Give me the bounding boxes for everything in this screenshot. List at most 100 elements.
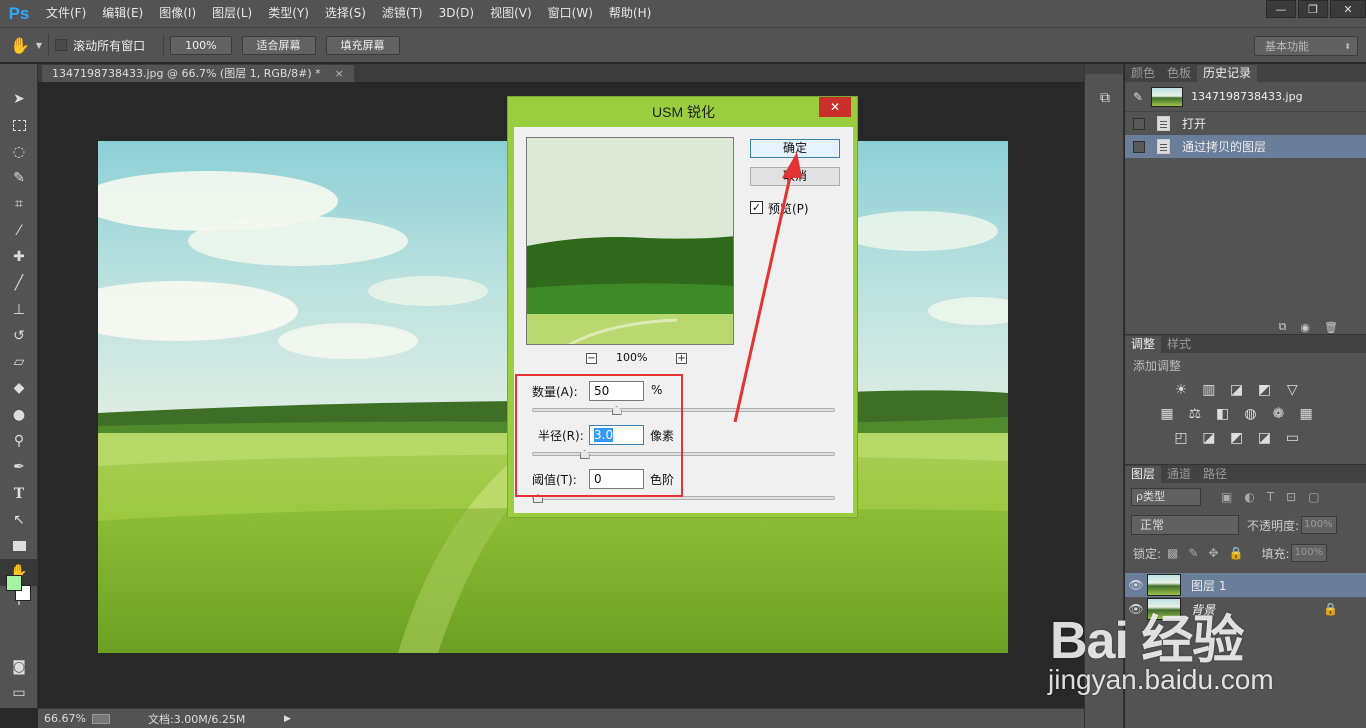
color-balance-icon[interactable]: ⚖	[1187, 406, 1203, 422]
preview-checkbox[interactable]: ✓	[750, 201, 763, 214]
brightness-icon[interactable]: ☀	[1173, 382, 1189, 398]
vibrance-icon[interactable]: ▽	[1284, 382, 1300, 398]
paint-bucket-tool-icon[interactable]: ◆	[0, 375, 38, 401]
dodge-tool-icon[interactable]: ⚲	[0, 428, 38, 454]
blend-mode-select[interactable]: 正常	[1131, 515, 1239, 535]
photo-filter-icon[interactable]: ◍	[1242, 406, 1258, 422]
layer-filter-select[interactable]: ρ类型	[1131, 488, 1201, 506]
tab-color[interactable]: 颜色	[1125, 65, 1161, 82]
tab-paths[interactable]: 路径	[1197, 466, 1233, 483]
scroll-all-windows-checkbox[interactable]	[55, 39, 68, 51]
quick-mask-icon[interactable]: ◙	[0, 654, 38, 680]
history-item-checkbox[interactable]	[1133, 140, 1145, 153]
close-tab-icon[interactable]: ×	[335, 65, 344, 82]
curves-icon[interactable]: ◪	[1229, 382, 1245, 398]
document-tab-strip: 1347198738433.jpg @ 66.7% (图层 1, RGB/8#)…	[38, 64, 1084, 82]
status-menu-arrow-icon[interactable]: ▶	[284, 714, 291, 724]
quick-select-tool-icon[interactable]: ✎	[0, 165, 38, 191]
move-tool-icon[interactable]: ➤	[0, 86, 38, 112]
path-select-tool-icon[interactable]: ↖	[0, 507, 38, 533]
menu-image[interactable]: 图像(I)	[151, 0, 204, 27]
zoom-in-button[interactable]: +	[676, 353, 687, 364]
clone-stamp-tool-icon[interactable]: ⊥	[0, 296, 38, 322]
workspace-select[interactable]: 基本功能 ⬍	[1254, 36, 1358, 56]
menu-layer[interactable]: 图层(L)	[204, 0, 260, 27]
tab-channels[interactable]: 通道	[1161, 466, 1197, 483]
invert-icon[interactable]: ◰	[1173, 430, 1189, 446]
color-swatch-area	[0, 612, 37, 654]
hand-tool-icon[interactable]: ✋	[10, 36, 30, 55]
menu-window[interactable]: 窗口(W)	[540, 0, 601, 27]
history-panel-icon[interactable]: ⧉	[1085, 84, 1125, 112]
threshold-icon[interactable]: ◩	[1229, 430, 1245, 446]
black-white-icon[interactable]: ◧	[1215, 406, 1231, 422]
tab-swatches[interactable]: 色板	[1161, 65, 1197, 82]
tab-styles[interactable]: 样式	[1161, 336, 1197, 353]
eye-icon[interactable]: 👁	[1125, 578, 1147, 592]
channel-mixer-icon[interactable]: ❁	[1270, 406, 1286, 422]
history-brush-tool-icon[interactable]: ↺	[0, 323, 38, 349]
color-lookup-icon[interactable]: ▦	[1298, 406, 1314, 422]
healing-brush-tool-icon[interactable]: ✚	[0, 244, 38, 270]
layer-thumbnail	[1147, 574, 1181, 596]
levels-icon[interactable]: ▥	[1201, 382, 1217, 398]
history-panel: 颜色 色板 历史记录 ✎ 1347198738433.jpg 打开 通过拷贝的图…	[1125, 64, 1366, 334]
menu-view[interactable]: 视图(V)	[482, 0, 540, 27]
tab-layers[interactable]: 图层	[1125, 466, 1162, 483]
history-item[interactable]: 打开	[1125, 112, 1366, 135]
cancel-button[interactable]: 取消	[750, 167, 840, 186]
eyedropper-tool-icon[interactable]: ⁄	[0, 217, 38, 243]
ok-button[interactable]: 确定	[750, 139, 840, 158]
menu-file[interactable]: 文件(F)	[38, 0, 94, 27]
zoom-out-button[interactable]: −	[586, 353, 597, 364]
posterize-icon[interactable]: ◪	[1201, 430, 1217, 446]
menu-help[interactable]: 帮助(H)	[601, 0, 659, 27]
layer-row[interactable]: 👁 图层 1	[1125, 573, 1366, 597]
fit-screen-button[interactable]: 适合屏幕	[241, 35, 316, 55]
history-snapshot[interactable]: ✎ 1347198738433.jpg	[1125, 82, 1366, 112]
foreground-color-swatch[interactable]	[6, 575, 22, 591]
trash-icon[interactable]: 🗑	[1324, 321, 1338, 334]
zoom-level[interactable]: 66.67%	[44, 712, 92, 725]
gradient-map-icon[interactable]: ▭	[1284, 430, 1300, 446]
menu-type[interactable]: 类型(Y)	[260, 0, 317, 27]
brush-tool-icon[interactable]: ╱	[0, 270, 38, 296]
menu-filter[interactable]: 滤镜(T)	[374, 0, 431, 27]
screen-mode-icon[interactable]: ▭	[0, 680, 38, 706]
minimize-button[interactable]: —	[1266, 0, 1296, 18]
pen-tool-icon[interactable]: ✒	[0, 454, 38, 480]
close-window-button[interactable]: ✕	[1330, 0, 1366, 18]
crop-tool-icon[interactable]: ⌗	[0, 191, 38, 217]
zoom-100-button[interactable]: 100%	[170, 35, 232, 55]
camera-icon[interactable]: ◉	[1300, 321, 1310, 334]
hue-saturation-icon[interactable]: ▦	[1159, 406, 1175, 422]
tab-history[interactable]: 历史记录	[1197, 65, 1258, 82]
tab-adjustments[interactable]: 调整	[1125, 336, 1162, 353]
blur-tool-icon[interactable]: ●	[0, 402, 38, 428]
new-document-from-state-icon[interactable]: ⧉	[1279, 320, 1287, 334]
marquee-tool-icon[interactable]	[0, 112, 38, 138]
lasso-tool-icon[interactable]: ◌	[0, 139, 38, 165]
document-tab[interactable]: 1347198738433.jpg @ 66.7% (图层 1, RGB/8#)…	[42, 65, 354, 82]
menu-edit[interactable]: 编辑(E)	[94, 0, 151, 27]
adjustments-row-3: ◰ ◪ ◩ ◪ ▭	[1125, 426, 1366, 450]
watermark-url: jingyan.baidu.com	[1048, 664, 1274, 695]
fill-screen-button[interactable]: 填充屏幕	[325, 35, 400, 55]
fill-value: 100%	[1294, 547, 1324, 558]
exposure-icon[interactable]: ◩	[1256, 382, 1272, 398]
selective-color-icon[interactable]: ◪	[1256, 430, 1272, 446]
fill-input[interactable]: 100%	[1291, 544, 1328, 562]
eraser-tool-icon[interactable]: ▱	[0, 349, 38, 375]
type-tool-icon[interactable]: T	[0, 480, 38, 506]
opacity-input[interactable]: 100%	[1301, 516, 1338, 534]
history-item[interactable]: 通过拷贝的图层	[1125, 135, 1366, 158]
menu-select[interactable]: 选择(S)	[317, 0, 374, 27]
dialog-close-button[interactable]: ✕	[819, 97, 851, 117]
restore-button[interactable]: ❐	[1298, 0, 1328, 18]
preview-pane[interactable]	[526, 137, 734, 345]
snapshot-thumbnail	[1151, 86, 1184, 107]
rectangle-tool-icon[interactable]	[0, 533, 38, 559]
history-item-checkbox[interactable]	[1133, 117, 1145, 130]
menu-3d[interactable]: 3D(D)	[431, 0, 482, 27]
tool-preset-dropdown-icon[interactable]: ▼	[36, 41, 42, 50]
